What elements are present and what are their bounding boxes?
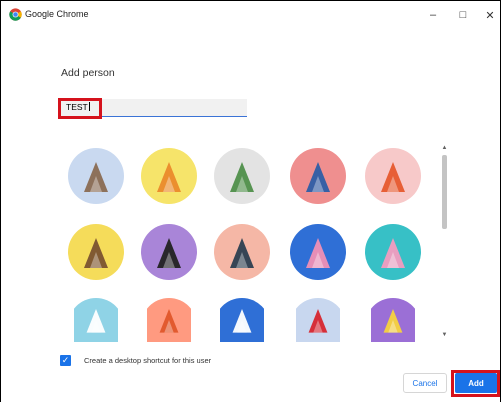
avatar-option[interactable] bbox=[290, 148, 346, 204]
avatar-image-icon bbox=[214, 148, 270, 204]
avatar-option[interactable] bbox=[214, 224, 270, 280]
add-highlight-box bbox=[451, 370, 500, 397]
avatar-option[interactable] bbox=[141, 224, 197, 280]
avatar-image-icon bbox=[290, 148, 346, 204]
avatar-image-icon bbox=[365, 224, 421, 280]
avatar-option[interactable] bbox=[68, 224, 124, 280]
maximize-button[interactable]: □ bbox=[452, 7, 474, 23]
cancel-button[interactable]: Cancel bbox=[403, 373, 447, 393]
avatar-image-icon bbox=[365, 148, 421, 204]
avatar-option[interactable] bbox=[141, 148, 197, 204]
avatar-image-icon bbox=[141, 148, 197, 204]
avatar-option[interactable] bbox=[365, 224, 421, 280]
shortcut-checkbox[interactable]: ✓ bbox=[60, 355, 71, 366]
avatar-image-icon bbox=[68, 224, 124, 280]
avatar-image-icon bbox=[68, 148, 124, 204]
avatar-image-icon bbox=[290, 224, 346, 280]
avatar-option[interactable] bbox=[214, 148, 270, 204]
name-highlight-box bbox=[58, 98, 102, 119]
avatar-option[interactable] bbox=[68, 148, 124, 204]
scroll-down-icon[interactable]: ▼ bbox=[440, 331, 449, 339]
shortcut-checkbox-label: Create a desktop shortcut for this user bbox=[84, 356, 212, 365]
title-bar: Google Chrome – □ ✕ bbox=[0, 1, 501, 29]
avatar-option[interactable] bbox=[290, 224, 346, 280]
avatar-image-icon bbox=[141, 224, 197, 280]
scroll-up-icon[interactable]: ▲ bbox=[440, 144, 449, 152]
dialog-heading: Add person bbox=[61, 67, 115, 79]
window-title: Google Chrome bbox=[25, 9, 89, 19]
avatar-option[interactable] bbox=[365, 148, 421, 204]
minimize-button[interactable]: – bbox=[422, 7, 444, 23]
chrome-logo-icon bbox=[9, 8, 22, 21]
scrollbar-thumb[interactable] bbox=[442, 155, 447, 229]
close-button[interactable]: ✕ bbox=[479, 7, 501, 23]
avatar-image-icon bbox=[214, 224, 270, 280]
